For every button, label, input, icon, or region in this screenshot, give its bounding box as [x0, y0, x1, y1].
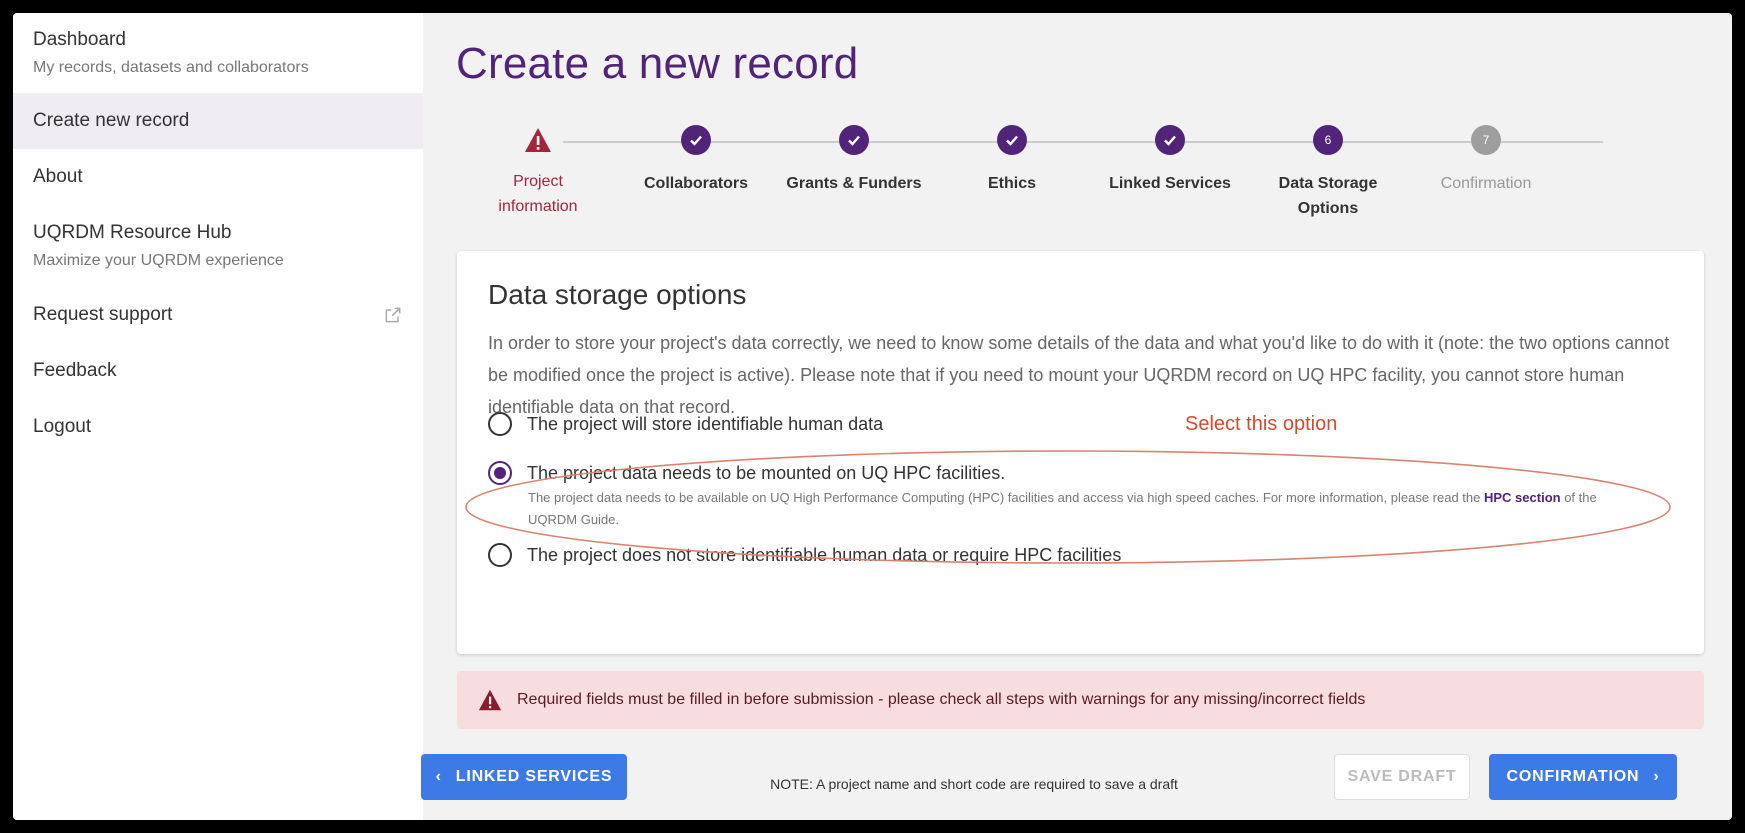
step-confirmation[interactable]: 7 Confirmation [1406, 125, 1566, 196]
alert-text: Required fields must be filled in before… [517, 691, 1366, 708]
step-label: Grants & Funders [786, 175, 922, 192]
sidebar-item-label: About [33, 166, 83, 187]
annotation-text: Select this option [1185, 413, 1338, 435]
step-linked-services[interactable]: Linked Services [1090, 125, 1250, 196]
check-icon [997, 125, 1027, 155]
sidebar-item-logout[interactable]: Logout [13, 399, 423, 455]
step-label: Linked Services [1109, 175, 1231, 192]
button-label: Linked Services [455, 768, 613, 785]
sidebar-item-label: Dashboard [33, 29, 126, 50]
sidebar-item-subtitle: Maximize your UQRDM experience [33, 252, 284, 269]
option-label: The project does not store identifiable … [527, 545, 1122, 565]
button-label: Confirmation [1506, 768, 1640, 785]
sidebar-item-dashboard[interactable]: Dashboard My records, datasets and colla… [13, 13, 423, 93]
warning-icon [523, 125, 553, 155]
sidebar-item-feedback[interactable]: Feedback [13, 343, 423, 399]
radio-button[interactable] [488, 412, 512, 436]
option-label: The project will store identifiable huma… [527, 414, 884, 434]
check-icon [839, 125, 869, 155]
warning-icon [478, 689, 502, 711]
step-project-information[interactable]: Project information [458, 125, 618, 219]
page-title: Create a new record [456, 39, 859, 88]
sidebar-item-create-new-record[interactable]: Create new record [13, 93, 423, 149]
back-linked-services-button[interactable]: ‹ Linked Services [421, 754, 627, 800]
button-label: Save Draft [1347, 768, 1457, 785]
save-draft-button[interactable]: Save Draft [1334, 754, 1470, 800]
option-help-text: The project data needs to be available o… [528, 487, 1638, 531]
step-ethics[interactable]: Ethics [932, 125, 1092, 196]
sidebar-item-request-support[interactable]: Request support [13, 287, 423, 343]
step-label: Confirmation [1440, 175, 1532, 192]
progress-stepper: Project information Collaborators Grants… [458, 125, 1708, 235]
chevron-right-icon: › [1653, 768, 1660, 785]
save-draft-note: NOTE: A project name and short code are … [770, 776, 1178, 792]
radio-button[interactable] [488, 543, 512, 567]
option-label: The project data needs to be mounted on … [527, 463, 1006, 483]
check-icon [1155, 125, 1185, 155]
main-content: Create a new record Project information [421, 13, 1732, 820]
sidebar-item-resource-hub[interactable]: UQRDM Resource Hub Maximize your UQRDM e… [13, 205, 423, 287]
chevron-left-icon: ‹ [435, 768, 442, 785]
step-label: Collaborators [643, 175, 748, 192]
card-description: In order to store your project's data co… [488, 333, 1670, 417]
sidebar-item-label: Logout [33, 416, 92, 437]
option-identifiable-human-data[interactable]: The project will store identifiable huma… [488, 412, 883, 436]
step-data-storage-options[interactable]: 6 Data Storage Options [1248, 125, 1408, 221]
option-no-identifiable-data[interactable]: The project does not store identifiable … [488, 543, 1121, 567]
step-label: Ethics [987, 175, 1036, 192]
sidebar-item-about[interactable]: About [13, 149, 423, 205]
step-grants-funders[interactable]: Grants & Funders [774, 125, 934, 196]
option-mount-hpc[interactable]: The project data needs to be mounted on … [488, 461, 1005, 485]
sidebar-item-label: Create new record [33, 110, 190, 131]
data-storage-card: Data storage options In order to store y… [457, 251, 1704, 654]
sidebar-item-label: Request support [33, 304, 173, 325]
step-label: Data Storage Options [1278, 175, 1378, 217]
external-link-icon [385, 307, 401, 323]
sidebar-item-label: UQRDM Resource Hub [33, 222, 232, 243]
sidebar-item-label: Feedback [33, 360, 117, 381]
required-fields-alert: Required fields must be filled in before… [457, 671, 1704, 729]
radio-button[interactable] [488, 461, 512, 485]
step-number: 7 [1471, 125, 1501, 155]
next-confirmation-button[interactable]: Confirmation › [1489, 754, 1677, 800]
card-title: Data storage options [488, 279, 747, 310]
check-icon [681, 125, 711, 155]
sidebar-nav: Dashboard My records, datasets and colla… [13, 13, 423, 820]
step-label: Project information [498, 173, 578, 215]
sidebar-item-subtitle: My records, datasets and collaborators [33, 59, 309, 76]
help-text: The project data needs to be available o… [528, 490, 1484, 505]
step-collaborators[interactable]: Collaborators [616, 125, 776, 196]
hpc-section-link[interactable]: HPC section [1484, 490, 1561, 505]
step-number: 6 [1313, 125, 1343, 155]
app-window: Dashboard My records, datasets and colla… [13, 13, 1732, 820]
